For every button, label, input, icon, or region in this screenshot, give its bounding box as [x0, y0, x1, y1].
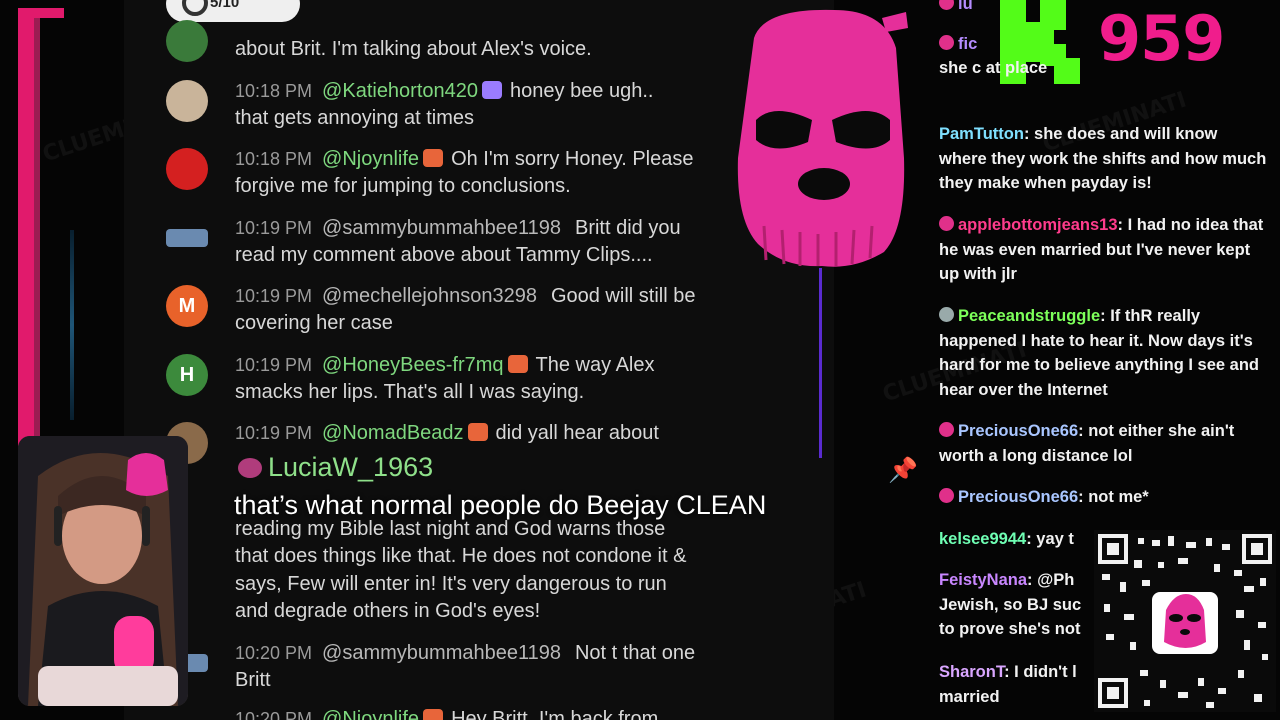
- streamer-image: [18, 436, 188, 706]
- webcam-feed: [18, 436, 188, 706]
- ski-mask-logo-icon: [737, 9, 908, 267]
- comment-text: reading my Bible last night and God warn…: [235, 518, 666, 540]
- chat-badge-icon: [939, 422, 954, 437]
- frame-accent: [34, 18, 64, 436]
- overlay-message: that’s what normal people do Beejay CLEA…: [234, 490, 767, 520]
- comment-text: that gets annoying at times: [235, 107, 475, 129]
- member-badge-icon: [423, 149, 444, 167]
- avatar: M: [166, 285, 208, 327]
- frame-accent: [18, 8, 34, 446]
- chat-message: she c at place: [939, 59, 1048, 77]
- light-streak: [70, 230, 74, 420]
- comment-header: 10:18 PM @Njoynlife Oh I'm sorry Honey. Pl…: [235, 148, 694, 170]
- comment-header: 10:20 PM @Njoynlife Hey Britt, I'm back fr…: [235, 708, 658, 720]
- avatar: [166, 20, 208, 62]
- chat-message: PreciousOne66: not me*: [939, 485, 1269, 510]
- comment-header: 10:19 PM @sammybummahbee1198 Britt did you: [235, 217, 681, 239]
- chat-message: PreciousOne66: not either she ain't wort…: [939, 422, 1235, 465]
- comment-text: that does things like that. He does not …: [235, 545, 687, 567]
- comment-text: says, Few will enter in! It's very dange…: [235, 573, 667, 595]
- comment-header: 10:19 PM @NomadBeadz did yall hear about: [235, 422, 659, 444]
- pin-icon[interactable]: 📌: [888, 456, 918, 485]
- chat-message: SharonT: I didn't l married: [939, 663, 1077, 706]
- comment-header: 10:18 PM @Katiehorton420 honey bee ugh..: [235, 80, 654, 102]
- member-badge-icon: [423, 709, 444, 720]
- chat-badge-icon: [939, 216, 954, 231]
- comment-header: 10:19 PM @mechellejohnson3298 Good will st…: [235, 285, 696, 307]
- comment-header: 10:19 PM @HoneyBees-fr7mq The way Alex: [235, 354, 655, 376]
- comment-text: Britt: [235, 669, 271, 691]
- chat-badge-icon: [939, 0, 954, 10]
- chat-message: Peaceandstruggle: If thR really happened…: [939, 307, 1259, 399]
- qr-code[interactable]: [1094, 530, 1276, 712]
- comment-text: read my comment above about Tammy Clips.…: [235, 244, 653, 266]
- chat-message: kelsee9944: yay t: [939, 530, 1074, 548]
- overlay-username: LuciaW_1963: [268, 452, 434, 482]
- avatar: [166, 80, 208, 122]
- comment-text: forgive me for jumping to conclusions.: [235, 175, 571, 197]
- chat-badge-icon: [939, 35, 954, 50]
- chat-badge-icon: [939, 307, 954, 322]
- chat-badge-icon: [939, 488, 954, 503]
- avatar: H: [166, 354, 208, 396]
- avatar: [166, 148, 208, 190]
- chat-message: FeistyNana: @Ph Jewish, so BJ suc to pro…: [939, 571, 1082, 638]
- avatar: [166, 229, 208, 247]
- user-badge-icon: [238, 458, 262, 478]
- scroll-indicator: [819, 268, 822, 458]
- comment-text: about Brit. I'm talking about Alex's voi…: [235, 38, 592, 60]
- member-badge-icon: [467, 423, 488, 441]
- chat-message: applebottomjeans13: I had no idea that h…: [939, 216, 1264, 283]
- member-badge-icon: [482, 81, 503, 99]
- chat-message: lu: [939, 0, 1269, 17]
- chat-message: fic: [939, 32, 1269, 57]
- comment-text: covering her case: [235, 312, 393, 334]
- comment-text: and degrade others in God's eyes!: [235, 600, 541, 622]
- chat-message: PamTutton: she does and will know where …: [939, 125, 1267, 192]
- comment-header: 10:20 PM @sammybummahbee1198 Not t that on…: [235, 642, 696, 664]
- member-badge-icon: [507, 355, 528, 373]
- comment-text: smacks her lips. That's all I was saying…: [235, 381, 585, 403]
